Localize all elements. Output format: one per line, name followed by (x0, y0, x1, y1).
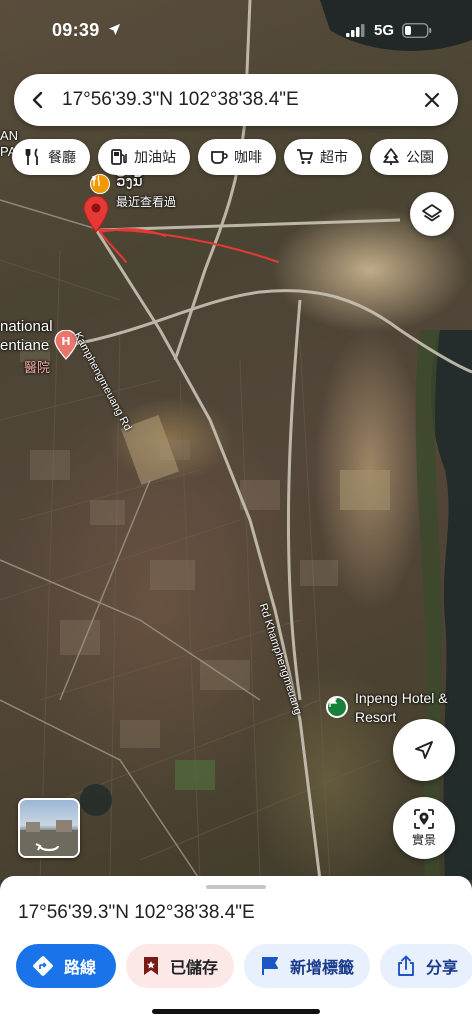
restaurant-icon (25, 148, 38, 165)
chip-parks[interactable]: 公園 (370, 139, 448, 175)
back-arrow-icon[interactable] (28, 90, 48, 110)
status-time: 09:39 (52, 20, 121, 41)
chip-label: 加油站 (134, 150, 176, 166)
street-view-icon (414, 809, 434, 829)
hotel-name-line2[interactable]: Resort (355, 709, 396, 725)
chip-coffee[interactable]: 咖啡 (198, 139, 276, 175)
street-view-thumbnail[interactable] (18, 798, 80, 858)
place-bottom-sheet[interactable]: 17°56'39.3"N 102°38'38.4"E 路線 已儲存 新增標籤 分… (0, 876, 472, 1024)
hotel-name-line1[interactable]: Inpeng Hotel & (355, 690, 448, 706)
coffee-icon (211, 151, 228, 164)
sheet-drag-handle[interactable] (206, 885, 266, 889)
close-icon[interactable] (423, 91, 441, 109)
layers-icon (422, 204, 442, 222)
chip-label: 咖啡 (234, 150, 262, 166)
search-bar[interactable]: 17°56'39.3"N 102°38'38.4"E (14, 74, 458, 126)
network-type: 5G (373, 22, 394, 39)
layers-button[interactable] (410, 192, 454, 236)
street-view-label: 實景 (411, 833, 436, 847)
share-icon (398, 955, 414, 976)
directions-label: 路線 (64, 958, 97, 977)
chip-restaurants[interactable]: 餐廳 (12, 139, 90, 175)
restaurant-pin-icon[interactable] (90, 174, 110, 194)
flag-icon (262, 957, 279, 975)
svg-text:H: H (61, 335, 70, 348)
chip-label: 餐廳 (48, 150, 76, 166)
chip-gas-stations[interactable]: 加油站 (98, 139, 190, 175)
navigation-arrow-icon (415, 741, 433, 759)
location-arrow-icon (108, 23, 120, 36)
search-query[interactable]: 17°56'39.3"N 102°38'38.4"E (62, 89, 406, 111)
park-icon (383, 148, 399, 165)
bookmark-icon (144, 957, 159, 975)
back-button[interactable] (14, 74, 62, 126)
status-indicators: 5G (345, 22, 432, 39)
chip-label: 超市 (320, 150, 348, 166)
chip-label: 公園 (406, 150, 434, 166)
chip-supermarkets[interactable]: 超市 (284, 139, 362, 175)
signal-bars-icon (345, 24, 365, 37)
hospital-name-line2[interactable]: entiane (0, 337, 49, 354)
add-label-button[interactable]: 新增標籤 (244, 944, 371, 988)
share-button[interactable]: 分享 (380, 944, 472, 988)
saved-button[interactable]: 已儲存 (126, 944, 235, 988)
clear-button[interactable] (406, 74, 458, 126)
saved-label: 已儲存 (170, 958, 219, 977)
share-label: 分享 (426, 958, 459, 977)
add-label-label: 新增標籤 (290, 958, 355, 977)
hospital-name-line1[interactable]: national (0, 318, 53, 335)
hotel-pin-icon[interactable] (326, 696, 348, 718)
category-chips: 餐廳 加油站 咖啡 超市 公園 (12, 139, 448, 175)
hospital-category-label: 醫院 (24, 360, 51, 375)
action-buttons: 路線 已儲存 新增標籤 分享 (16, 944, 472, 988)
clock-text: 09:39 (52, 20, 100, 40)
recently-viewed-label: 最近查看過 (116, 195, 177, 209)
status-bar: 09:39 5G (0, 0, 472, 62)
gas-station-icon (111, 149, 127, 165)
red-annotation (97, 228, 279, 263)
directions-button[interactable]: 路線 (16, 944, 117, 988)
battery-icon (402, 23, 432, 38)
street-view-button[interactable]: 實景 (393, 797, 455, 859)
my-location-button[interactable] (393, 719, 455, 781)
cart-icon (297, 149, 313, 164)
home-indicator[interactable] (152, 1009, 320, 1014)
dropped-pin-icon[interactable] (82, 195, 110, 233)
place-title: 17°56'39.3"N 102°38'38.4"E (18, 902, 255, 923)
directions-icon (33, 956, 53, 976)
